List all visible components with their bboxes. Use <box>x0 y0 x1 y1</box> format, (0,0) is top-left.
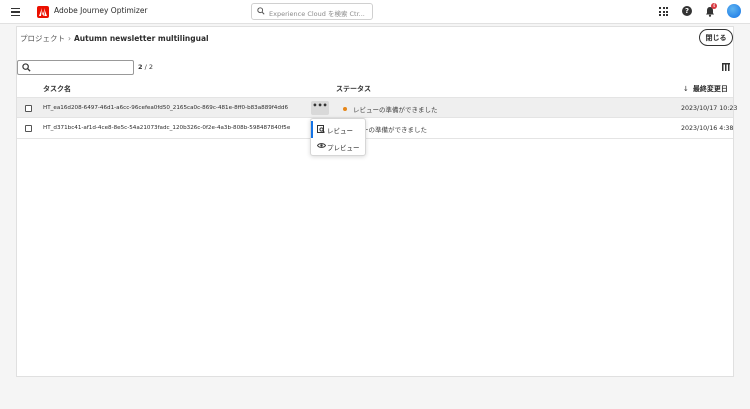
result-count: 2 / 2 <box>138 63 153 71</box>
column-header-status[interactable]: ステータス <box>336 84 371 94</box>
search-icon <box>22 63 31 72</box>
menu-item-label: プレビュー <box>327 144 360 152</box>
column-header-task[interactable]: タスク名 <box>43 84 71 94</box>
status-dot-icon <box>343 107 347 111</box>
breadcrumb-current: Autumn newsletter multilingual <box>74 34 209 43</box>
row-checkbox[interactable] <box>25 105 32 112</box>
menu-item-label: レビュー <box>327 127 353 135</box>
status-cell: レビューの準備ができました <box>343 104 438 114</box>
user-avatar[interactable] <box>727 4 741 18</box>
close-button[interactable]: 閉じる <box>699 29 733 46</box>
global-search-input[interactable]: Experience Cloud を検索 Ctr... <box>251 3 373 20</box>
row-checkbox[interactable] <box>25 125 32 132</box>
app-title[interactable]: Adobe Journey Optimizer <box>54 6 148 15</box>
column-header-date[interactable]: ↓ 最終変更日 <box>683 84 728 94</box>
table-row[interactable]: HT_d371bc41-af1d-4ce8-8e5c-54a21073fadc_… <box>17 118 733 139</box>
global-search-placeholder: Experience Cloud を検索 Ctr... <box>269 10 365 18</box>
notification-badge: 4 <box>711 3 717 9</box>
adobe-logo-icon[interactable] <box>37 6 49 18</box>
modified-date: 2023/10/17 10:23 <box>681 105 738 112</box>
sort-desc-icon: ↓ <box>683 85 689 93</box>
help-icon[interactable]: ? <box>682 6 692 16</box>
column-settings-icon[interactable] <box>722 63 730 71</box>
search-icon <box>257 7 265 15</box>
eye-icon <box>317 143 326 148</box>
task-search-input[interactable] <box>17 60 134 75</box>
hamburger-menu-icon[interactable] <box>11 8 20 17</box>
breadcrumb-projects-link[interactable]: プロジェクト <box>20 34 65 43</box>
task-panel: プロジェクト › Autumn newsletter multilingual 閉じ… <box>16 26 737 377</box>
top-bar: Adobe Journey Optimizer Experience Cloud… <box>0 0 750 24</box>
app-switcher-icon[interactable] <box>659 7 668 16</box>
menu-item-review[interactable]: レビュー <box>311 121 365 138</box>
modified-date: 2023/10/16 4:38 <box>681 125 734 132</box>
breadcrumb: プロジェクト › Autumn newsletter multilingual <box>20 33 209 44</box>
row-actions-menu: レビュー プレビュー <box>310 118 366 156</box>
task-name[interactable]: HT_ea16d208-6497-46d1-a6cc-96cefea0fd50_… <box>43 105 288 111</box>
task-name[interactable]: HT_d371bc41-af1d-4ce8-8e5c-54a21073fadc_… <box>43 125 290 131</box>
breadcrumb-separator: › <box>68 34 71 43</box>
menu-item-preview[interactable]: プレビュー <box>311 138 365 155</box>
table-row[interactable]: HT_ea16d208-6497-46d1-a6cc-96cefea0fd50_… <box>17 97 737 118</box>
review-icon <box>317 125 325 133</box>
more-actions-button[interactable]: ••• <box>311 101 329 115</box>
